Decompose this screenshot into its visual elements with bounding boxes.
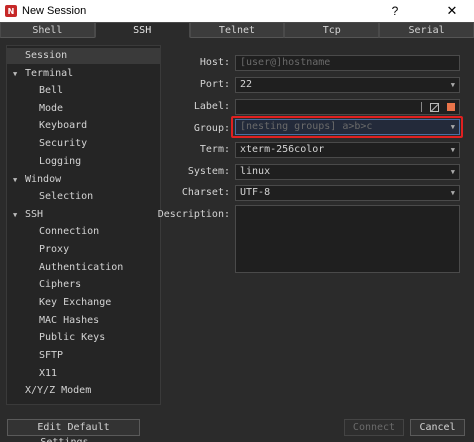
port-value: 22 [240,79,253,90]
term-label: Term: [199,144,230,155]
help-button[interactable]: ? [380,0,410,22]
tab-ssh[interactable]: SSH [94,22,190,38]
protocol-tabs: Shell SSH Telnet Tcp Serial [0,22,474,38]
host-input[interactable]: [user@]hostname [235,55,460,71]
group-label: Group: [193,123,230,134]
tab-serial[interactable]: Serial [379,22,474,38]
app-icon: N [5,5,17,17]
chevron-down-icon[interactable]: ▼ [451,78,455,92]
settings-tree: Session ▼ Terminal Bell Mode Keyboard Se… [6,45,161,405]
chevron-down-icon[interactable]: ▼ [451,165,455,179]
label-field[interactable] [235,99,460,115]
tab-telnet[interactable]: Telnet [189,22,285,38]
tree-item-connection[interactable]: Connection [39,224,99,240]
tree-item-security[interactable]: Security [39,136,87,152]
window-title: New Session [22,5,87,17]
charset-label: Charset: [181,187,230,198]
clear-color-icon[interactable] [430,102,439,112]
tree-item-selection[interactable]: Selection [39,189,93,205]
tree-item-window[interactable]: Window [25,172,61,188]
close-button[interactable]: ✕ [430,0,474,22]
tree-item-x11[interactable]: X11 [39,366,57,382]
tree-item-keyboard[interactable]: Keyboard [39,118,87,134]
tree-item-sftp[interactable]: SFTP [39,348,63,364]
tree-item-public-keys[interactable]: Public Keys [39,330,105,346]
connect-button[interactable]: Connect [344,419,404,436]
group-placeholder: [nesting groups] a>b>c [240,121,373,132]
tree-item-logging[interactable]: Logging [39,154,81,170]
tree-item-session[interactable]: Session [7,48,160,64]
charset-select[interactable]: UTF-8 ▼ [235,185,460,201]
label-field-actions [421,102,455,112]
host-label: Host: [199,57,230,68]
chevron-down-icon[interactable]: ▼ [451,186,455,200]
edit-default-settings-button[interactable]: Edit Default Settings... [7,419,140,442]
tree-item-terminal[interactable]: Terminal [25,66,73,82]
chevron-down-icon[interactable]: ▼ [13,207,17,223]
tree-item-authentication[interactable]: Authentication [39,260,123,276]
tab-shell[interactable]: Shell [0,22,95,38]
cancel-button[interactable]: Cancel [410,419,465,436]
tree-item-proxy[interactable]: Proxy [39,242,69,258]
tree-item-ssh[interactable]: SSH [25,207,43,223]
chevron-down-icon[interactable]: ▼ [13,66,17,82]
tree-item-bell[interactable]: Bell [39,83,63,99]
color-swatch-icon[interactable] [447,103,455,111]
system-select[interactable]: linux ▼ [235,164,460,180]
port-field[interactable]: 22 ▼ [235,77,460,93]
chevron-down-icon[interactable]: ▼ [451,143,455,157]
separator-icon [421,102,422,112]
port-label: Port: [199,79,230,90]
term-value: xterm-256color [240,144,325,155]
description-label: Description: [157,209,230,220]
title-bar: N New Session ? ✕ [0,0,474,22]
tree-item-ciphers[interactable]: Ciphers [39,277,81,293]
group-select[interactable]: [nesting groups] a>b>c ▼ [235,119,460,135]
tree-item-key-exchange[interactable]: Key Exchange [39,295,111,311]
system-value: linux [240,166,271,177]
label-label: Label: [193,101,230,112]
tree-item-xyz-modem[interactable]: X/Y/Z Modem [25,383,91,399]
tree-item-mode[interactable]: Mode [39,101,63,117]
chevron-down-icon[interactable]: ▼ [451,120,455,134]
description-textarea[interactable] [235,205,460,273]
charset-value: UTF-8 [240,187,271,198]
system-label: System: [187,166,230,177]
term-select[interactable]: xterm-256color ▼ [235,142,460,158]
tab-tcp[interactable]: Tcp [284,22,380,38]
tree-item-mac-hashes[interactable]: MAC Hashes [39,313,99,329]
chevron-down-icon[interactable]: ▼ [13,172,17,188]
